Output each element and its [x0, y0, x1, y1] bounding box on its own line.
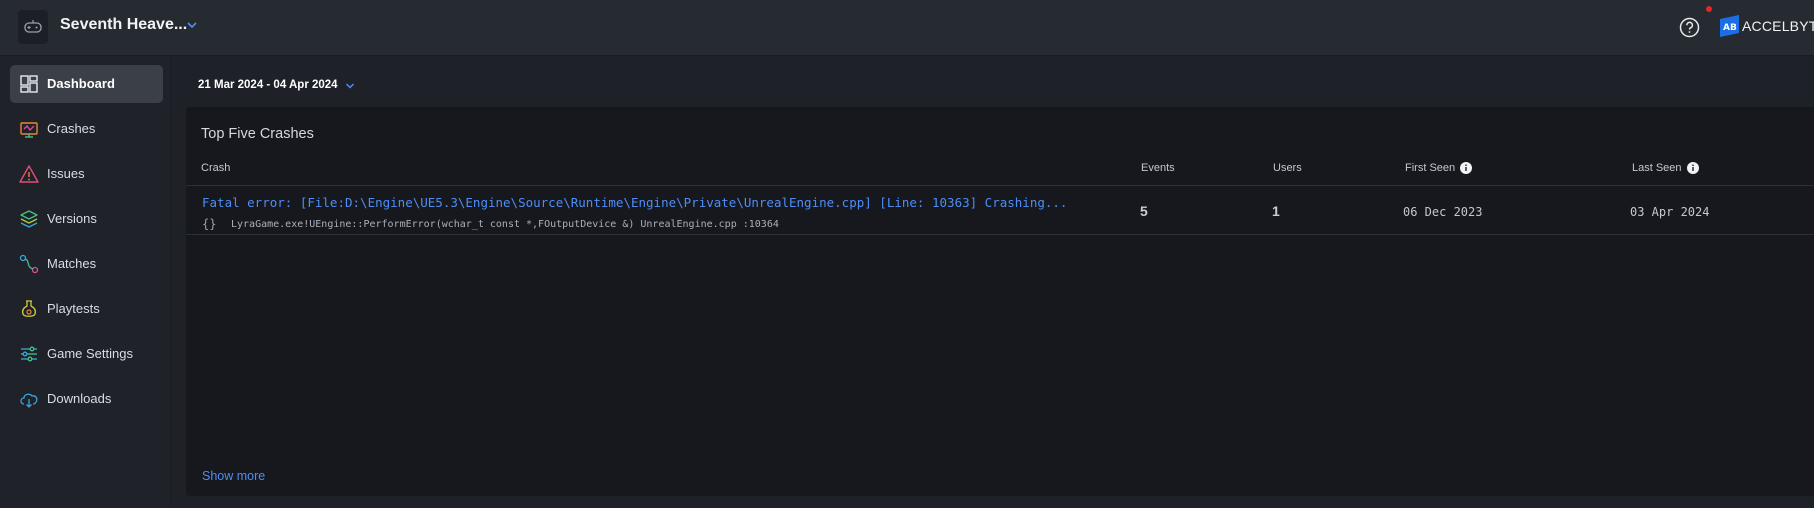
crash-stack-frame: LyraGame.exe!UEngine::PerformError(wchar… [231, 219, 779, 230]
brand-name: ACCELBYTE [1742, 18, 1814, 34]
column-header-events: Events [1141, 162, 1175, 174]
sidebar-item-downloads[interactable]: Downloads [10, 380, 163, 418]
crashes-icon [20, 122, 38, 138]
sidebar-item-versions[interactable]: Versions [10, 200, 163, 238]
show-more-link[interactable]: Show more [202, 469, 265, 483]
gamepad-icon[interactable] [18, 10, 48, 44]
users-count: 1 [1272, 203, 1280, 219]
top-bar: Seventh Heave... AB ACCELBYTE [0, 0, 1814, 56]
sidebar-item-dashboard[interactable]: Dashboard [10, 65, 163, 103]
chevron-down-icon[interactable] [344, 80, 356, 92]
accelbyte-logo-icon: AB [1720, 15, 1739, 37]
sidebar-item-label: Issues [47, 166, 85, 181]
flask-icon [21, 300, 37, 317]
cloud-download-icon [20, 393, 38, 408]
code-braces-icon: {} [202, 217, 217, 231]
column-label: Users [1273, 162, 1302, 174]
column-header-crash: Crash [201, 162, 230, 174]
column-label: Events [1141, 162, 1175, 174]
dashboard-icon [20, 75, 38, 93]
sidebar-item-game-settings[interactable]: Game Settings [10, 335, 163, 373]
help-icon[interactable] [1679, 17, 1700, 38]
sidebar-item-label: Game Settings [47, 346, 133, 361]
layers-icon [20, 210, 38, 228]
sidebar-item-label: Downloads [47, 391, 112, 406]
table-header: Crash Events Users First Seen Last Seen [186, 162, 1814, 186]
crash-title-link[interactable]: Fatal error: [File:D:\Engine\UE5.3\Engin… [202, 195, 1142, 210]
first-seen-date: 06 Dec 2023 [1403, 205, 1483, 219]
sidebar-item-crashes[interactable]: Crashes [10, 110, 163, 148]
chevron-down-icon[interactable] [185, 18, 199, 32]
sidebar-item-label: Playtests [47, 301, 100, 316]
column-header-last-seen: Last Seen [1632, 162, 1699, 174]
info-icon[interactable] [1686, 162, 1699, 174]
matches-icon [19, 254, 39, 274]
column-header-users: Users [1273, 162, 1302, 174]
column-label: First Seen [1405, 162, 1456, 174]
sidebar: Dashboard Crashes Issues Versions Matche… [0, 57, 171, 508]
date-range-picker[interactable]: 21 Mar 2024 - 04 Apr 2024 [198, 79, 338, 91]
last-seen-date: 03 Apr 2024 [1630, 205, 1710, 219]
sidebar-item-label: Crashes [47, 121, 96, 136]
table-row[interactable]: Fatal error: [File:D:\Engine\UE5.3\Engin… [186, 187, 1814, 235]
sidebar-item-playtests[interactable]: Playtests [10, 290, 163, 328]
events-count: 5 [1140, 203, 1148, 219]
column-label: Crash [201, 162, 231, 174]
info-icon[interactable] [1460, 162, 1473, 174]
column-header-first-seen: First Seen [1405, 162, 1473, 174]
top-crashes-panel: Top Five Crashes Crash Events Users Firs… [186, 107, 1814, 496]
game-selector-title[interactable]: Seventh Heave... [60, 16, 187, 34]
sidebar-item-matches[interactable]: Matches [10, 245, 163, 283]
column-label: Last Seen [1632, 162, 1682, 174]
sliders-icon [21, 346, 37, 362]
warning-icon [19, 165, 39, 183]
sidebar-item-label: Matches [47, 256, 97, 271]
svg-text:AB: AB [1723, 23, 1737, 33]
sidebar-item-label: Versions [47, 211, 97, 226]
brand-logo: AB ACCELBYTE [1720, 15, 1814, 37]
sidebar-item-issues[interactable]: Issues [10, 155, 163, 193]
sidebar-item-label: Dashboard [47, 76, 115, 91]
panel-title: Top Five Crashes [201, 126, 314, 142]
notification-dot [1706, 6, 1712, 12]
